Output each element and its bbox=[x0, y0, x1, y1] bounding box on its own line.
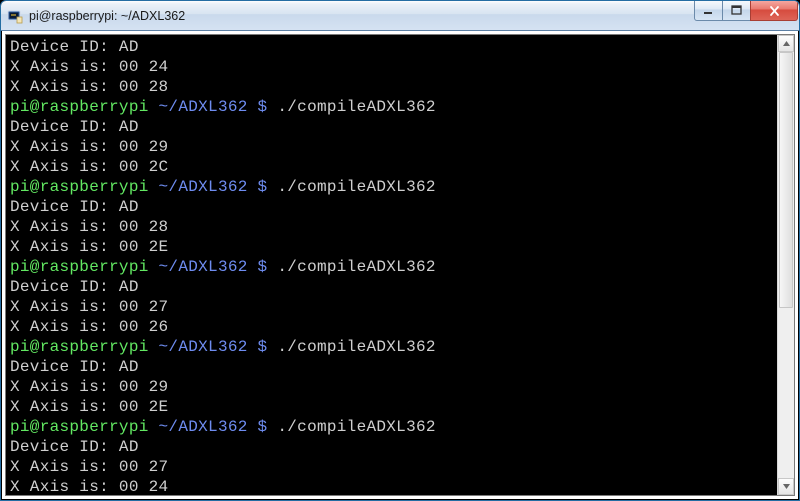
prompt-line: pi@raspberrypi ~/ADXL362 $ ./compileADXL… bbox=[10, 417, 790, 437]
output-line: X Axis is: 00 26 bbox=[10, 317, 790, 337]
prompt-line: pi@raspberrypi ~/ADXL362 $ ./compileADXL… bbox=[10, 177, 790, 197]
command-text: ./compileADXL362 bbox=[277, 418, 435, 436]
command-text: ./compileADXL362 bbox=[277, 98, 435, 116]
scroll-down-button[interactable] bbox=[778, 478, 794, 495]
output-line: X Axis is: 00 29 bbox=[10, 137, 790, 157]
prompt-dollar: $ bbox=[258, 338, 278, 356]
command-text: ./compileADXL362 bbox=[277, 178, 435, 196]
app-window: pi@raspberrypi: ~/ADXL362 Device ID: ADX… bbox=[0, 0, 800, 501]
output-line: Device ID: AD bbox=[10, 437, 790, 457]
minimize-button[interactable] bbox=[694, 1, 723, 21]
prompt-line: pi@raspberrypi ~/ADXL362 $ ./compileADXL… bbox=[10, 337, 790, 357]
command-text: ./compileADXL362 bbox=[277, 338, 435, 356]
prompt-dollar: $ bbox=[258, 178, 278, 196]
prompt-dollar: $ bbox=[258, 258, 278, 276]
prompt-line: pi@raspberrypi ~/ADXL362 $ ./compileADXL… bbox=[10, 257, 790, 277]
output-line: Device ID: AD bbox=[10, 37, 790, 57]
output-line: Device ID: AD bbox=[10, 197, 790, 217]
terminal-content[interactable]: Device ID: ADX Axis is: 00 24X Axis is: … bbox=[6, 35, 794, 496]
prompt-dollar: $ bbox=[258, 418, 278, 436]
titlebar[interactable]: pi@raspberrypi: ~/ADXL362 bbox=[1, 1, 799, 31]
scroll-thumb[interactable] bbox=[779, 52, 793, 308]
output-line: X Axis is: 00 24 bbox=[10, 477, 790, 496]
output-line: X Axis is: 00 29 bbox=[10, 377, 790, 397]
output-line: X Axis is: 00 2E bbox=[10, 237, 790, 257]
prompt-user: pi@raspberrypi bbox=[10, 178, 159, 196]
terminal-viewport: Device ID: ADX Axis is: 00 24X Axis is: … bbox=[5, 34, 795, 496]
prompt-user: pi@raspberrypi bbox=[10, 338, 159, 356]
output-line: X Axis is: 00 27 bbox=[10, 457, 790, 477]
prompt-path: ~/ADXL362 bbox=[159, 98, 258, 116]
window-controls bbox=[695, 1, 798, 30]
scroll-up-button[interactable] bbox=[778, 35, 794, 52]
output-line: X Axis is: 00 27 bbox=[10, 297, 790, 317]
output-line: Device ID: AD bbox=[10, 357, 790, 377]
command-text: ./compileADXL362 bbox=[277, 258, 435, 276]
prompt-path: ~/ADXL362 bbox=[159, 258, 258, 276]
output-line: X Axis is: 00 24 bbox=[10, 57, 790, 77]
putty-icon bbox=[7, 8, 23, 24]
output-line: X Axis is: 00 2E bbox=[10, 397, 790, 417]
maximize-button[interactable] bbox=[722, 1, 751, 21]
client-area: Device ID: ADX Axis is: 00 24X Axis is: … bbox=[2, 31, 798, 499]
prompt-path: ~/ADXL362 bbox=[159, 178, 258, 196]
prompt-path: ~/ADXL362 bbox=[159, 338, 258, 356]
output-line: Device ID: AD bbox=[10, 117, 790, 137]
output-line: X Axis is: 00 28 bbox=[10, 77, 790, 97]
prompt-line: pi@raspberrypi ~/ADXL362 $ ./compileADXL… bbox=[10, 97, 790, 117]
scroll-track[interactable] bbox=[778, 52, 794, 478]
output-line: Device ID: AD bbox=[10, 277, 790, 297]
output-line: X Axis is: 00 2C bbox=[10, 157, 790, 177]
prompt-user: pi@raspberrypi bbox=[10, 258, 159, 276]
vertical-scrollbar[interactable] bbox=[777, 35, 794, 495]
prompt-dollar: $ bbox=[258, 98, 278, 116]
prompt-user: pi@raspberrypi bbox=[10, 98, 159, 116]
prompt-path: ~/ADXL362 bbox=[159, 418, 258, 436]
close-button[interactable] bbox=[750, 1, 798, 21]
window-title: pi@raspberrypi: ~/ADXL362 bbox=[29, 9, 695, 23]
output-line: X Axis is: 00 28 bbox=[10, 217, 790, 237]
prompt-user: pi@raspberrypi bbox=[10, 418, 159, 436]
